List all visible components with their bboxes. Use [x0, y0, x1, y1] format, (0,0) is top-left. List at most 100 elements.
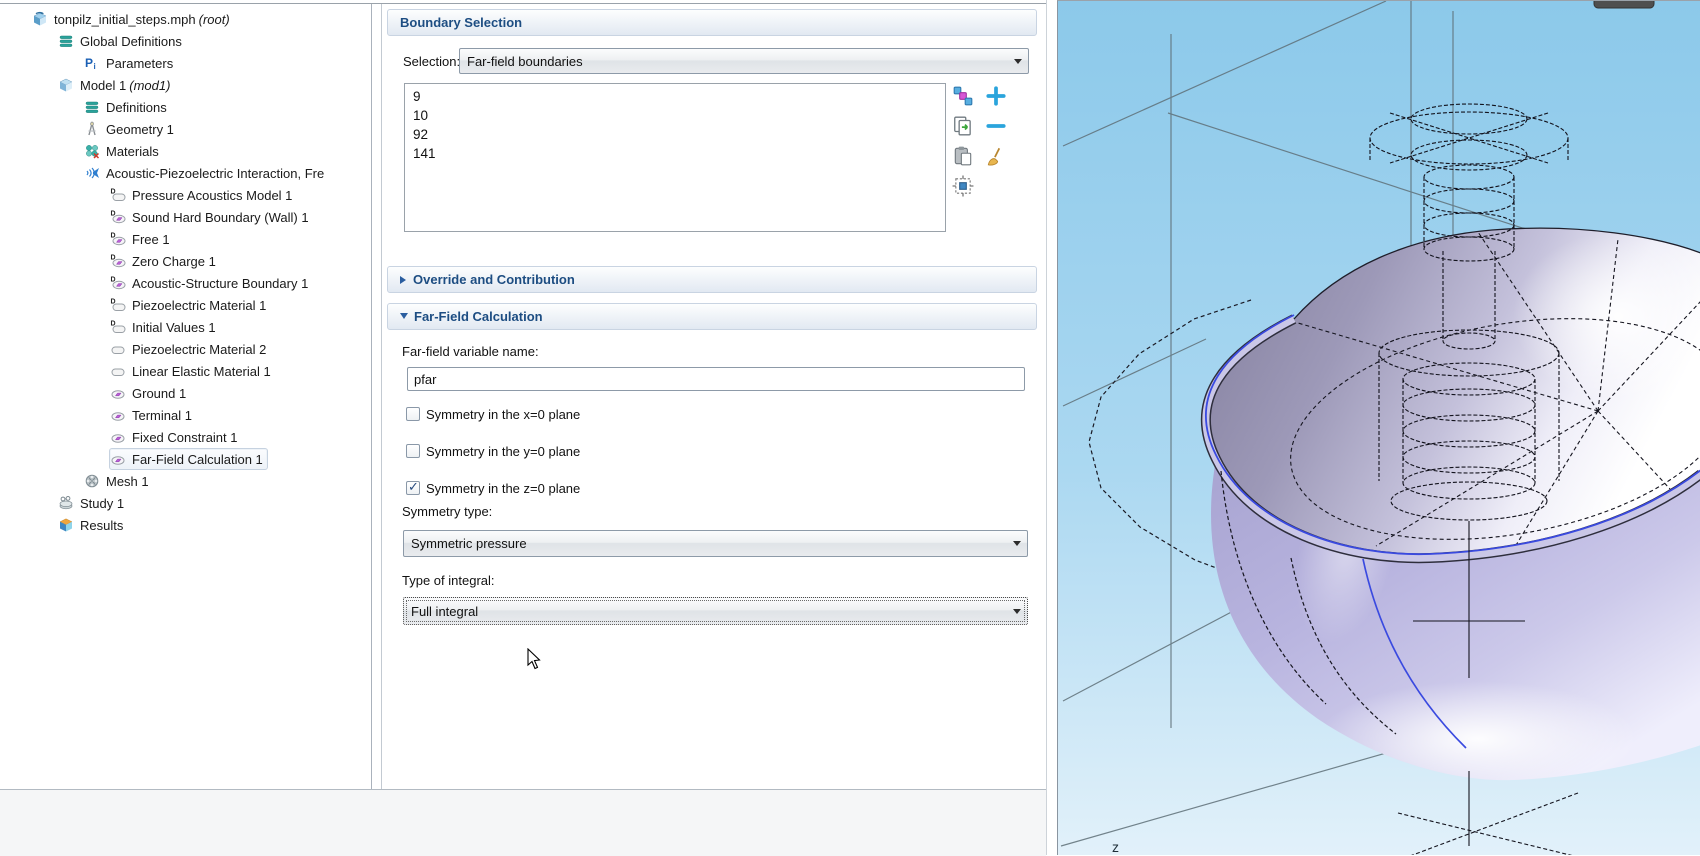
tree-item-geometry-1[interactable]: Geometry 1: [0, 118, 371, 140]
tree-item-acoustic-structure-boundary-1[interactable]: D Acoustic-Structure Boundary 1: [0, 272, 371, 294]
graphics-scrollbar-thumb[interactable]: [1594, 1, 1654, 8]
tree-item-far-field-calculation-1[interactable]: Far-Field Calculation 1: [0, 448, 371, 470]
checkbox-symmetry-in-the-x-0-plane[interactable]: [406, 407, 420, 421]
tree-item-pressure-acoustics-model-1[interactable]: D Pressure Acoustics Model 1: [0, 184, 371, 206]
tree-item-label: Pressure Acoustics Model 1: [132, 188, 292, 203]
symmetry-type-label: Symmetry type:: [402, 504, 492, 519]
tree-item-mesh-1[interactable]: Mesh 1: [0, 470, 371, 492]
svg-text:i: i: [94, 62, 96, 71]
graphics-window[interactable]: z: [1057, 0, 1700, 855]
tree-item-zero-charge-1[interactable]: DZero Charge 1: [0, 250, 371, 272]
tree-item-acoustic-piezoelectric-interaction-fre[interactable]: Acoustic-Piezoelectric Interaction, Fre: [0, 162, 371, 184]
section-title: Override and Contribution: [413, 272, 575, 287]
boundary-d-icon: D: [110, 275, 127, 291]
farfield-variable-name-input[interactable]: [407, 367, 1025, 391]
tree-item-label: Acoustic-Structure Boundary 1: [132, 276, 308, 291]
clear-selection-button[interactable]: [985, 143, 1011, 169]
definitions-icon: [84, 99, 101, 115]
copy-selection-button[interactable]: [952, 113, 978, 139]
tree-item-piezoelectric-material-1[interactable]: D Piezoelectric Material 1: [0, 294, 371, 316]
tree-item-terminal-1[interactable]: Terminal 1: [0, 404, 371, 426]
tree-item-global-definitions[interactable]: Global Definitions: [0, 30, 371, 52]
farfield-variable-name-label: Far-field variable name:: [402, 344, 539, 359]
window-top-edge: [0, 0, 1046, 4]
settings-panel: Boundary Selection Selection: Far-field …: [382, 3, 1046, 789]
tree-item-sound-hard-boundary-wall-1[interactable]: D Sound Hard Boundary (Wall) 1: [0, 206, 371, 228]
tree-item-results[interactable]: Results: [0, 514, 371, 536]
remove-button[interactable]: [985, 113, 1011, 139]
add-icon: [985, 85, 1011, 107]
tree-item-definitions[interactable]: Definitions: [0, 96, 371, 118]
parameters-icon: Pi: [84, 55, 101, 71]
svg-text:P: P: [85, 56, 93, 70]
active-selection-button[interactable]: [952, 83, 978, 109]
section-title: Far-Field Calculation: [414, 309, 543, 324]
paste-icon: [952, 145, 978, 167]
copy-icon: [952, 115, 978, 137]
boundary-selection-header: Boundary Selection: [387, 9, 1037, 36]
tree-item-label: Materials: [106, 144, 159, 159]
tree-item-materials[interactable]: Materials: [0, 140, 371, 162]
model-root-icon: [32, 11, 49, 27]
tree-item-label: Sound Hard Boundary (Wall) 1: [132, 210, 309, 225]
tree-item-piezoelectric-material-2[interactable]: Piezoelectric Material 2: [0, 338, 371, 360]
type-of-integral-combo[interactable]: Full integral: [403, 597, 1028, 625]
chevron-down-icon: [1008, 49, 1028, 73]
tree-item-label: Free 1: [132, 232, 170, 247]
boundary-list-item[interactable]: 9: [405, 87, 945, 106]
boundary-list-item[interactable]: 10: [405, 106, 945, 125]
z-axis-label: z: [1112, 839, 1119, 855]
domain-d-icon: D: [110, 297, 127, 313]
type-of-integral-value: Full integral: [404, 604, 1007, 619]
graphics-3d-scene[interactable]: z: [1058, 1, 1700, 855]
boundary-d-icon: D: [110, 209, 127, 225]
far-field-calculation-header[interactable]: Far-Field Calculation: [387, 303, 1037, 330]
tree-item-study-1[interactable]: Study 1: [0, 492, 371, 514]
boundary-d-icon: D: [110, 231, 127, 247]
tree-item-ground-1[interactable]: Ground 1: [0, 382, 371, 404]
tree-item-label: Global Definitions: [80, 34, 182, 49]
boundary-selection-list[interactable]: 91092141: [404, 83, 946, 232]
checkbox-symmetry-in-the-z-0-plane[interactable]: [406, 481, 420, 495]
tree-item-free-1[interactable]: D Free 1: [0, 228, 371, 250]
boundary-list-item[interactable]: 141: [405, 144, 945, 163]
symmetry-checkbox-row: Symmetry in the x=0 plane: [406, 405, 580, 423]
tree-item-suffix: (mod1): [129, 78, 170, 93]
boundary-icon: [110, 385, 127, 401]
type-of-integral-label: Type of integral:: [402, 573, 495, 588]
tree-item-model-1[interactable]: Model 1(mod1): [0, 74, 371, 96]
tree-item-tonpilz-initial-steps-mph[interactable]: tonpilz_initial_steps.mph(root): [0, 8, 371, 30]
zoom-to-selection-button[interactable]: [952, 173, 978, 199]
tree-item-label: Terminal 1: [132, 408, 192, 423]
selection-combo[interactable]: Far-field boundaries: [459, 48, 1029, 74]
panel-divider-right[interactable]: [1046, 0, 1057, 855]
domain-d-icon: D: [110, 187, 127, 203]
tree-item-parameters[interactable]: PiParameters: [0, 52, 371, 74]
tree-item-label: Fixed Constraint 1: [132, 430, 238, 445]
tree-item-initial-values-1[interactable]: DInitial Values 1: [0, 316, 371, 338]
tree-item-label: Mesh 1: [106, 474, 149, 489]
tree-item-label: Acoustic-Piezoelectric Interaction, Fre: [106, 166, 324, 181]
tree-item-label: Zero Charge 1: [132, 254, 216, 269]
boundary-list-item[interactable]: 92: [405, 125, 945, 144]
chevron-down-icon: [1007, 531, 1027, 556]
add-button[interactable]: [985, 83, 1011, 109]
definitions-icon: [58, 33, 75, 49]
tree-item-label: Study 1: [80, 496, 124, 511]
override-contribution-header[interactable]: Override and Contribution: [387, 266, 1037, 293]
tree-item-label: Geometry 1: [106, 122, 174, 137]
panel-divider-left[interactable]: [373, 3, 382, 789]
tree-item-label: Definitions: [106, 100, 167, 115]
tree-item-label: Far-Field Calculation 1: [132, 452, 263, 467]
boundary-icon: [110, 429, 127, 445]
zoom-selection-icon: [952, 175, 978, 197]
tree-item-label: Piezoelectric Material 1: [132, 298, 266, 313]
paste-selection-button[interactable]: [952, 143, 978, 169]
collapsed-arrow-icon: [400, 276, 406, 284]
checkbox-symmetry-in-the-y-0-plane[interactable]: [406, 444, 420, 458]
tree-item-linear-elastic-material-1[interactable]: Linear Elastic Material 1: [0, 360, 371, 382]
tree-item-label: Linear Elastic Material 1: [132, 364, 271, 379]
symmetry-type-combo[interactable]: Symmetric pressure: [403, 530, 1028, 557]
tree-item-suffix: (root): [199, 12, 230, 27]
tree-item-fixed-constraint-1[interactable]: Fixed Constraint 1: [0, 426, 371, 448]
